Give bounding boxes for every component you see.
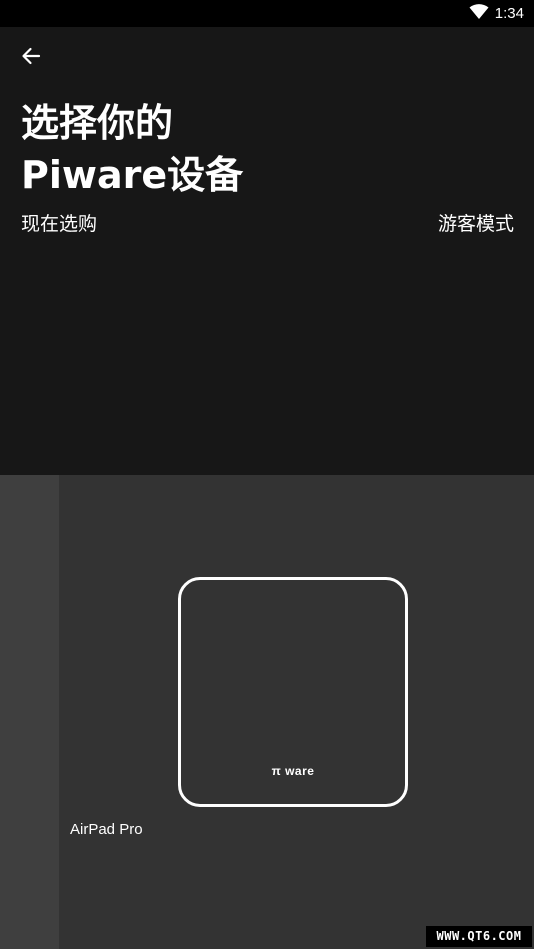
watermark: WWW.QT6.COM (426, 926, 532, 947)
previous-device-card[interactable] (0, 475, 59, 949)
page-title: 选择你的 Piware设备 (21, 97, 243, 201)
arrow-left-icon (21, 47, 41, 69)
device-image: π ware (178, 577, 408, 807)
back-button[interactable] (14, 43, 48, 73)
device-carousel[interactable]: π ware AirPad Pro (0, 475, 534, 949)
buy-now-link[interactable]: 现在选购 (21, 211, 97, 237)
wifi-icon (469, 4, 489, 24)
page-title-line-2: Piware设备 (21, 153, 244, 197)
device-logo: π ware (271, 764, 315, 778)
device-name: AirPad Pro (70, 821, 143, 838)
app-screen: 1:34 选择你的 Piware设备 现在选购 游客模式 π ware AirP… (0, 0, 534, 949)
status-time: 1:34 (494, 5, 524, 22)
header: 选择你的 Piware设备 现在选购 游客模式 (0, 27, 534, 475)
device-card-airpad-pro[interactable]: π ware AirPad Pro (59, 475, 534, 949)
guest-mode-link[interactable]: 游客模式 (438, 211, 514, 237)
status-icons: 1:34 (469, 4, 524, 24)
status-bar: 1:34 (0, 0, 534, 27)
page-title-line-1: 选择你的 (21, 101, 174, 145)
